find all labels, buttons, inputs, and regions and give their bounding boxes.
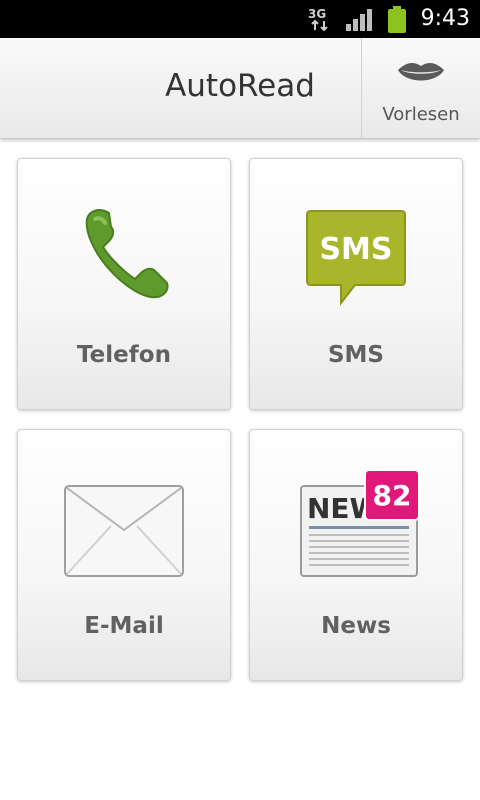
- read-aloud-label: Vorlesen: [382, 104, 460, 125]
- signal-bars-icon: [346, 9, 372, 31]
- newspaper-icon: NEWS 82: [300, 469, 420, 577]
- status-time: 9:43: [420, 6, 470, 31]
- sms-tile[interactable]: SMS SMS: [249, 158, 463, 410]
- news-count-badge: 82: [364, 469, 420, 521]
- sms-tile-label: SMS: [327, 342, 385, 368]
- read-aloud-button[interactable]: Vorlesen: [361, 38, 480, 138]
- phone-tile[interactable]: Telefon: [17, 158, 231, 410]
- battery-icon: [388, 6, 406, 33]
- envelope-icon: [64, 485, 184, 577]
- news-tile-label: News: [321, 613, 391, 639]
- svg-text:SMS: SMS: [319, 232, 392, 267]
- email-tile[interactable]: E-Mail: [17, 429, 231, 681]
- action-bar: AutoRead Vorlesen: [0, 38, 480, 139]
- status-bar: 3G 9:43: [0, 0, 480, 38]
- sms-bubble-icon: SMS: [306, 210, 406, 306]
- phone-handset-icon: [85, 209, 169, 299]
- svg-text:82: 82: [373, 479, 412, 512]
- news-tile[interactable]: NEWS 82 News: [249, 429, 463, 681]
- network-3g-icon: 3G: [308, 7, 328, 32]
- phone-tile-label: Telefon: [77, 342, 171, 368]
- email-tile-label: E-Mail: [84, 613, 164, 639]
- svg-text:3G: 3G: [308, 7, 326, 21]
- lips-icon: [398, 62, 444, 81]
